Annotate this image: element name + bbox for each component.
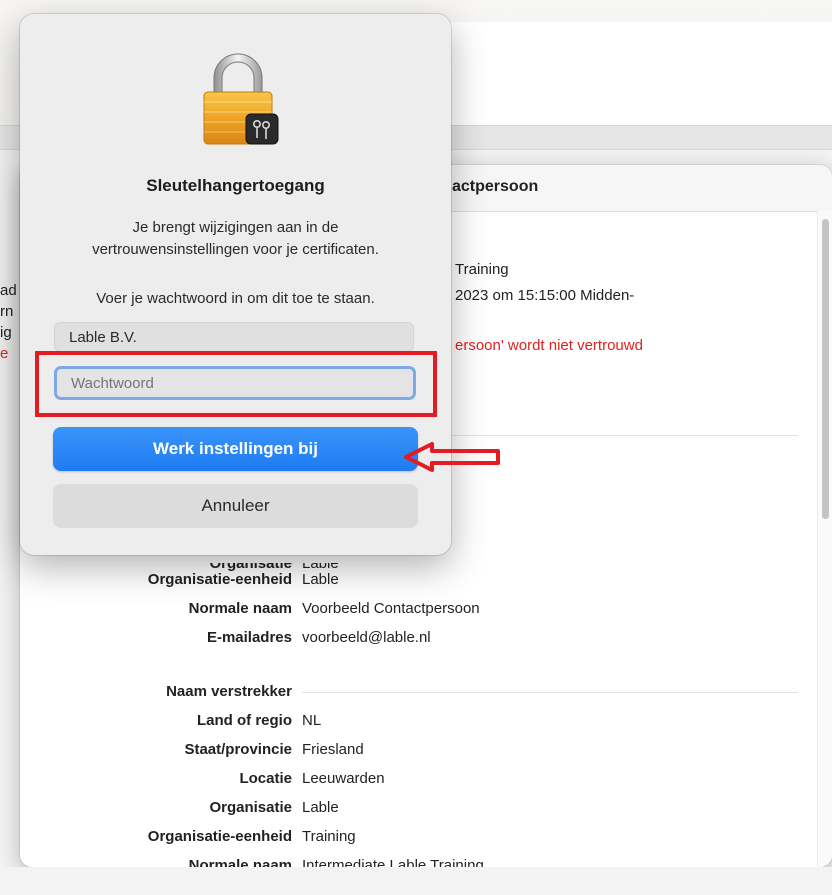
detail-label: Organisatie [209,799,292,816]
detail-label: Organisatie-eenheid [147,571,292,588]
detail-label: Locatie [239,770,292,787]
detail-value: Voorbeeld Contactpersoon [302,600,480,617]
keychain-access-dialog: Sleutelhangertoegang Je brengt wijziging… [20,14,451,555]
detail-label: Normale naam [188,600,292,617]
detail-row: Land of regio NL [20,712,820,732]
cancel-button[interactable]: Annuleer [53,484,418,528]
detail-row: Locatie Leeuwarden [20,770,820,790]
detail-label: Land of regio [197,712,292,729]
trust-warning-text: ersoon' wordt niet vertrouwd [455,337,643,354]
section-divider [450,435,798,436]
dialog-message: Je brengt wijzigingen aan in de vertrouw… [40,217,431,261]
background-bottom [0,867,832,895]
dialog-message-line: vertrouwensinstellingen voor je certific… [92,241,379,258]
username-field[interactable]: Lable B.V. [54,322,414,352]
dialog-message-line: Je brengt wijzigingen aan in de [132,219,339,236]
detail-label: Organisatie [209,555,292,572]
dialog-title: Sleutelhangertoegang [146,176,325,195]
detail-value: voorbeeld@lable.nl [302,629,431,646]
detail-row: E-mailadres voorbeeld@lable.nl [20,629,820,649]
detail-label: Organisatie-eenheid [147,828,292,845]
detail-value: NL [302,712,322,729]
detail-label: E-mailadres [206,629,292,646]
detail-value: Friesland [302,741,364,758]
detail-value: Lable [302,799,339,816]
annotation-arrow-icon [404,442,500,472]
detail-value: Lable [302,555,339,572]
background-window-panel [440,22,832,125]
certificate-info-line: 2023 om 15:15:00 Midden- [455,287,635,304]
detail-row: Organisatie Lable [20,799,820,819]
detail-row: Organisatie-eenheid Training [20,828,820,848]
section-divider [302,692,798,693]
sheet-title: actpersoon [452,178,539,195]
detail-row: Organisatie-eenheid Lable [20,571,820,591]
scrollbar-thumb[interactable] [822,219,829,519]
password-input[interactable] [54,366,416,400]
detail-row: Staat/provincie Friesland [20,741,820,761]
detail-row: Normale naam Voorbeeld Contactpersoon [20,600,820,620]
issuer-section-heading: Naam verstrekker [20,683,820,703]
detail-value: Training [302,828,356,845]
detail-label: Staat/provincie [184,741,292,758]
certificate-info-line: Training [455,261,509,278]
detail-value: Leeuwarden [302,770,385,787]
section-heading: Naam verstrekker [166,683,292,700]
detail-row: Normale naam Intermediate Lable Training [20,857,820,867]
detail-label: Normale naam [188,857,292,867]
detail-value: Lable [302,571,339,588]
keychain-lock-icon [203,53,279,145]
update-settings-button[interactable]: Werk instellingen bij [53,427,418,471]
dialog-prompt: Voer je wachtwoord in om dit toe te staa… [96,290,375,307]
sheet-scrollbar[interactable] [817,211,832,867]
detail-value: Intermediate Lable Training [302,857,484,867]
